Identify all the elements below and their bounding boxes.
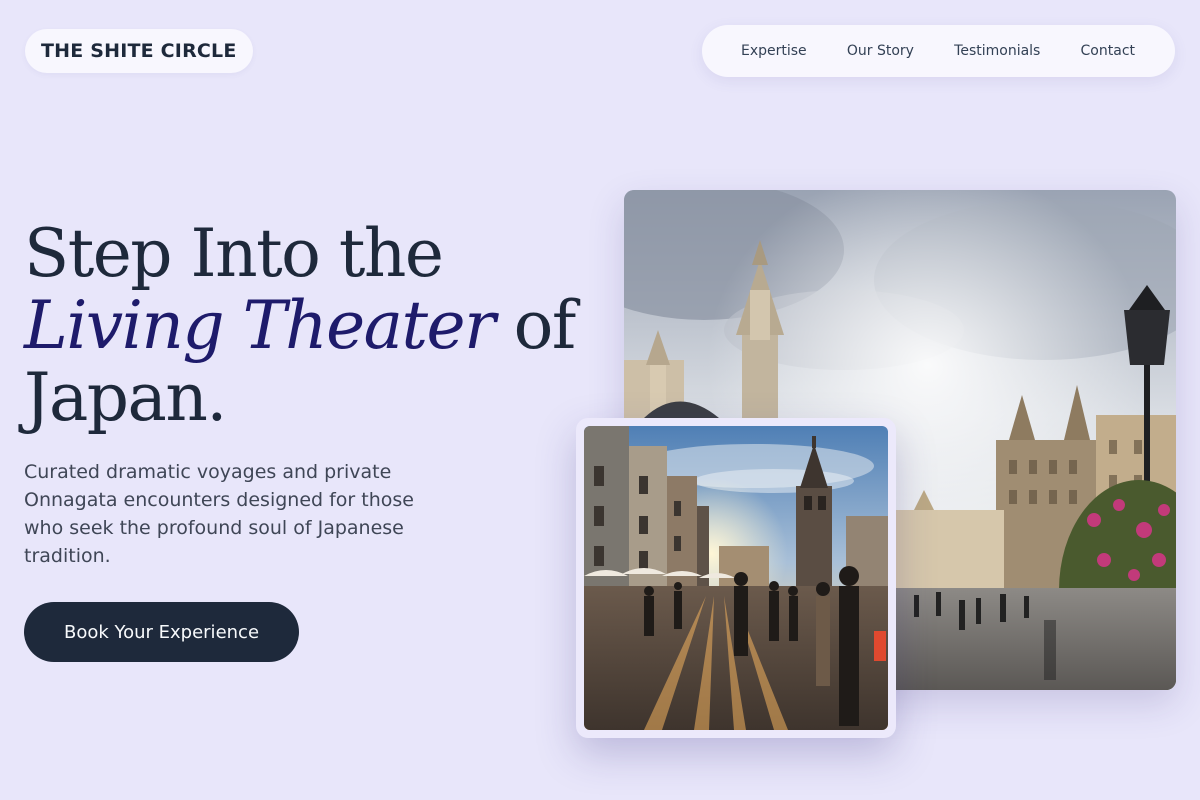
brand-logo[interactable]: THE SHITE CIRCLE bbox=[25, 29, 253, 73]
old-town-illustration bbox=[584, 426, 888, 730]
book-experience-button[interactable]: Book Your Experience bbox=[24, 602, 299, 662]
nav-item-contact[interactable]: Contact bbox=[1081, 43, 1135, 59]
brand-name: THE SHITE CIRCLE bbox=[41, 40, 237, 62]
nav-item-testimonials[interactable]: Testimonials bbox=[954, 43, 1040, 59]
nav-item-our-story[interactable]: Our Story bbox=[847, 43, 914, 59]
hero-subtitle: Curated dramatic voyages and private Onn… bbox=[24, 461, 414, 567]
hero-title-line3: Japan. bbox=[24, 359, 227, 436]
old-town-photo-frame bbox=[576, 418, 896, 738]
main-nav: Expertise Our Story Testimonials Contact bbox=[702, 25, 1175, 77]
hero-title: Step Into the Living Theater of Japan. bbox=[24, 218, 584, 434]
old-town-photo bbox=[584, 426, 888, 730]
nav-item-expertise[interactable]: Expertise bbox=[741, 43, 807, 59]
hero-title-italic: Living Theater bbox=[24, 287, 496, 364]
hero-title-of: of bbox=[494, 287, 577, 364]
hero-title-line1: Step Into the bbox=[24, 215, 444, 292]
